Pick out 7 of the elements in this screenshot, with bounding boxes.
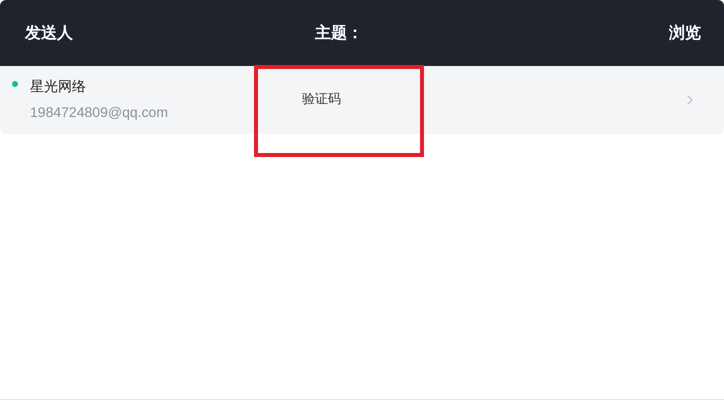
message-row[interactable]: 星光网络 1984724809@qq.com 验证码 [0,66,724,134]
column-header: 主题： [315,22,364,44]
sender-name: 星光网络 [30,78,87,97]
column-header: 浏览 [669,22,702,44]
sender-email: 1984724809@qq.com [30,103,168,122]
subject-text: 验证码 [302,91,342,110]
column-header: 发送人 [24,22,74,44]
